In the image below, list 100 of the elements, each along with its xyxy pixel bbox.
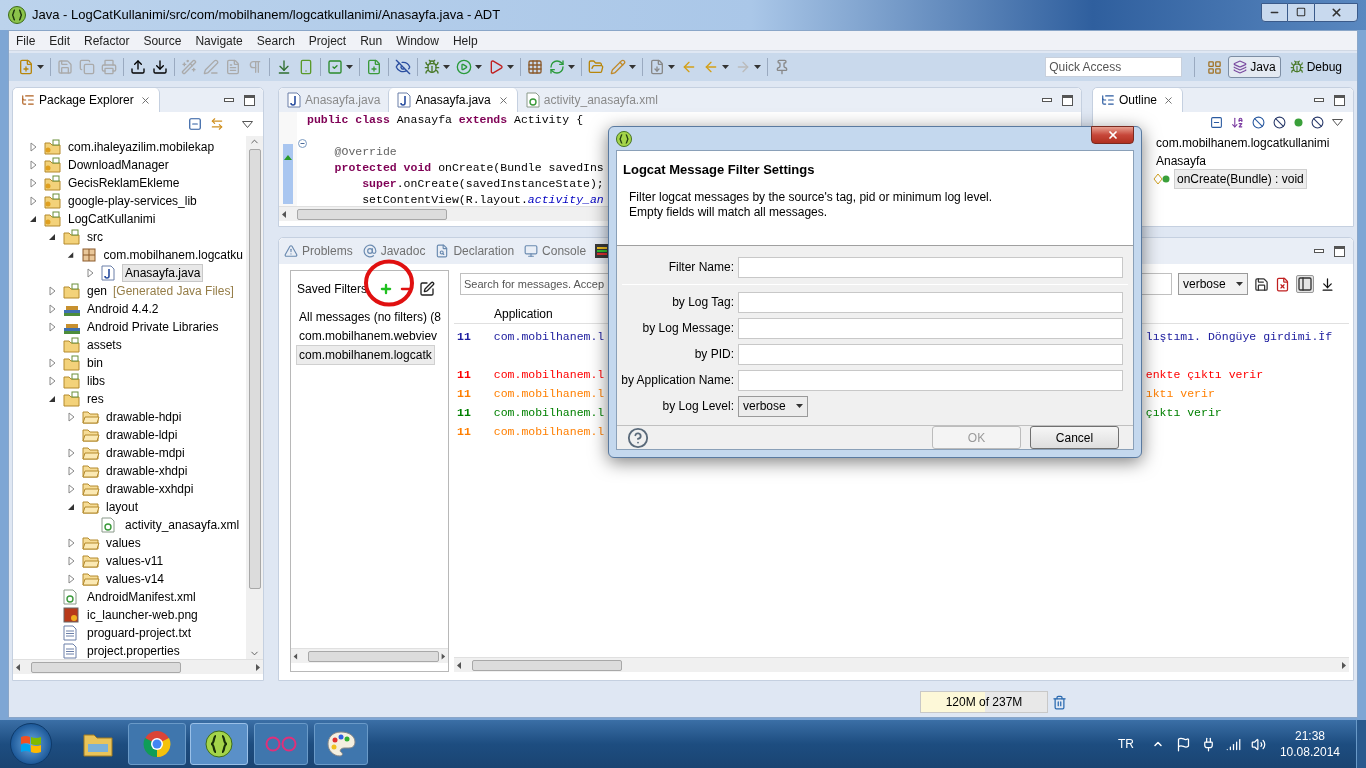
outline-item[interactable]: onCreate(Bundle) : void	[1174, 169, 1307, 189]
tree-item[interactable]: DownloadManager	[65, 156, 172, 174]
tree-item[interactable]: res	[84, 390, 107, 408]
sdk-manager-icon[interactable]	[276, 59, 292, 75]
expand-arrow-icon[interactable]	[46, 357, 58, 369]
hide-non-public-icon[interactable]	[1294, 117, 1303, 127]
menu-item[interactable]: Edit	[42, 31, 78, 50]
maximize-icon[interactable]	[1062, 94, 1073, 106]
tree-item[interactable]: Anasayfa.java	[122, 264, 204, 282]
dropdown-caret-icon[interactable]	[346, 65, 353, 69]
hide-local-types-icon[interactable]	[1311, 115, 1324, 129]
tree-item[interactable]: values-v11	[103, 552, 167, 570]
expand-arrow-icon[interactable]	[46, 321, 58, 333]
dropdown-caret-icon[interactable]	[722, 65, 729, 69]
menu-item[interactable]: File	[9, 31, 43, 50]
sort-icon[interactable]	[1231, 115, 1244, 129]
close-icon[interactable]	[1163, 94, 1175, 106]
tree-item[interactable]: drawable-xxhdpi	[103, 480, 197, 498]
menu-item[interactable]: Window	[389, 31, 446, 50]
upload-icon[interactable]	[130, 59, 146, 75]
tree-item[interactable]: drawable-xhdpi	[103, 462, 191, 480]
menu-item[interactable]: Run	[353, 31, 390, 50]
expand-arrow-icon[interactable]	[65, 555, 77, 567]
menu-item[interactable]: Source	[136, 31, 189, 50]
text-field[interactable]	[738, 343, 1123, 365]
dropdown-caret-icon[interactable]	[796, 404, 803, 408]
horizontal-scrollbar-thumb[interactable]	[31, 661, 181, 673]
clear-log-icon[interactable]	[1275, 276, 1290, 292]
tree-item[interactable]: src	[84, 228, 106, 246]
show-desktop-button[interactable]	[1356, 720, 1366, 768]
saved-filter-item[interactable]: com.mobilhanem.webviev	[296, 325, 441, 346]
tree-item[interactable]: values	[103, 534, 144, 552]
hide-fields-icon[interactable]	[1252, 115, 1265, 129]
view-tab[interactable]: Package Explorer	[13, 88, 160, 112]
new-android-xml-icon[interactable]	[366, 59, 382, 75]
tree-item[interactable]: libs	[84, 372, 108, 390]
editor-tab[interactable]: Anasayfa.java	[388, 88, 518, 112]
tree-item[interactable]: AndroidManifest.xml	[84, 588, 199, 606]
tree-item[interactable]: LogCatKullanimi	[65, 210, 159, 228]
scroll-lock-icon[interactable]	[1320, 276, 1335, 292]
tree-item[interactable]: drawable-mdpi	[103, 444, 188, 462]
saved-filter-item[interactable]: All messages (no filters) (8	[296, 306, 445, 327]
outline-item[interactable]: com.mobilhanem.logcatkullanimi	[1153, 133, 1333, 153]
expand-arrow-icon[interactable]	[65, 411, 77, 423]
tree-item[interactable]: com.mobilhanem.logcatku	[100, 246, 246, 264]
hidden-icon[interactable]	[395, 59, 411, 75]
menu-item[interactable]: Help	[445, 31, 485, 50]
tree-item[interactable]: activity_anasayfa.xml	[122, 516, 243, 534]
text-field[interactable]	[738, 291, 1123, 313]
expand-arrow-icon[interactable]	[65, 483, 77, 495]
log-level-select[interactable]: verbose	[1178, 273, 1248, 295]
volume-icon[interactable]	[1250, 736, 1266, 752]
expand-arrow-icon[interactable]	[27, 177, 39, 189]
text-field[interactable]	[738, 256, 1123, 278]
dropdown-caret-icon[interactable]	[668, 65, 675, 69]
help-icon[interactable]	[627, 426, 649, 449]
view-tab[interactable]: Problems	[279, 238, 358, 264]
taskbar-button[interactable]	[314, 723, 368, 765]
collapse-all-icon[interactable]	[188, 117, 202, 131]
open-perspective-icon[interactable]	[1207, 59, 1223, 75]
tree-item[interactable]: values-v14	[103, 570, 168, 588]
expand-arrow-icon[interactable]	[46, 303, 58, 315]
dropdown-caret-icon[interactable]	[443, 65, 450, 69]
toggle-filters-icon[interactable]	[1296, 275, 1314, 293]
network-icon[interactable]	[1225, 736, 1241, 752]
dropdown-caret-icon[interactable]	[754, 65, 761, 69]
perspective-button[interactable]: Java	[1228, 56, 1281, 78]
language-indicator[interactable]: TR	[1117, 735, 1134, 753]
tree-item[interactable]: GecisReklamEkleme	[65, 174, 183, 192]
tree-item[interactable]: Android 4.4.2	[84, 300, 162, 318]
outline-item[interactable]: Anasayfa	[1153, 151, 1210, 171]
text-field[interactable]	[738, 369, 1123, 391]
tree-item[interactable]: google-play-services_lib	[65, 192, 200, 210]
view-tab[interactable]: Outline	[1093, 88, 1184, 112]
tree-item[interactable]: gen	[84, 282, 111, 300]
minimize-button[interactable]	[1261, 2, 1288, 22]
dropdown-caret-icon[interactable]	[568, 65, 575, 69]
action-center-icon[interactable]	[1175, 736, 1191, 752]
close-button[interactable]	[1314, 2, 1358, 22]
fold-icon[interactable]	[297, 139, 307, 148]
pin-editor-icon[interactable]	[774, 59, 790, 75]
dropdown-caret-icon[interactable]	[507, 65, 514, 69]
menu-item[interactable]: Project	[301, 31, 354, 50]
clock-time[interactable]: 21:38	[1294, 728, 1325, 744]
expand-arrow-icon[interactable]	[84, 267, 96, 279]
dropdown-caret-icon[interactable]	[1236, 282, 1243, 286]
expand-arrow-icon[interactable]	[46, 375, 58, 387]
start-button[interactable]	[10, 723, 52, 765]
minimize-icon[interactable]	[1314, 248, 1324, 254]
link-with-editor-icon[interactable]	[210, 117, 224, 131]
tree-item[interactable]: project.properties	[84, 642, 183, 659]
new-package-icon[interactable]	[527, 59, 543, 75]
vertical-scrollbar-thumb[interactable]	[248, 149, 261, 589]
device-manager-icon[interactable]	[298, 59, 314, 75]
edit-filter-icon[interactable]	[419, 281, 436, 297]
add-filter-icon[interactable]	[379, 282, 394, 296]
restore-button[interactable]	[1288, 2, 1314, 22]
tree-item[interactable]: ic_launcher-web.png	[84, 606, 201, 624]
minimize-icon[interactable]	[1042, 97, 1052, 103]
dropdown-caret-icon[interactable]	[475, 65, 482, 69]
